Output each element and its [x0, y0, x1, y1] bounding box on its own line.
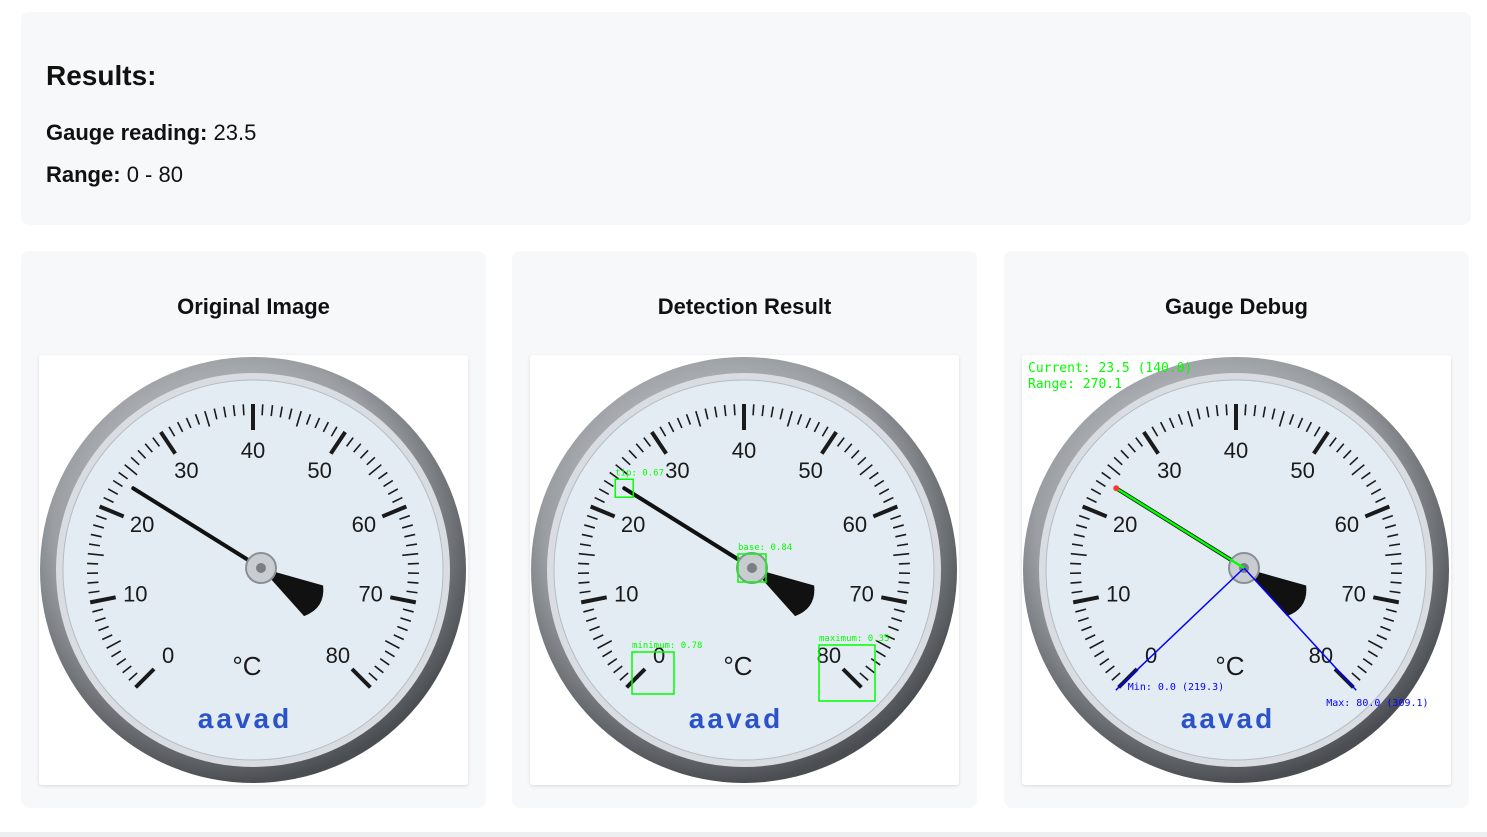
gauge-minor-tick [87, 581, 99, 584]
gauge-scale-label: 20 [130, 512, 154, 537]
gauge-scale-label: 40 [1224, 438, 1248, 463]
detection-label-minimum: minimum: 0.78 [632, 641, 702, 651]
gauge-scale-label: 70 [358, 581, 382, 606]
card-title-original: Original Image [177, 294, 330, 319]
gauge-scale-label: 70 [849, 581, 873, 606]
detection-label-base: base: 0.84 [738, 543, 792, 553]
debug-tip-point [1113, 485, 1120, 492]
gauge-scale-label: 40 [241, 438, 265, 463]
gauge-scale-label: 0 [1145, 643, 1157, 668]
results-panel: Results: Gauge reading: 23.5 Range: 0 - … [21, 12, 1471, 225]
gauge-unit-label: °C [232, 651, 261, 681]
detection-label-tip: tip: 0.67 [615, 468, 664, 478]
gauge-reading-value: 23.5 [213, 120, 257, 145]
gauge-minor-tick [1390, 581, 1402, 584]
gauge-range: Range: 0 - 80 [46, 162, 183, 188]
debug-max-text: Max: 80.0 (309.1) [1326, 698, 1428, 709]
detection-label-maximum: maximum: 0.35 [819, 634, 889, 644]
debug-min-text: Min: 0.0 (219.3) [1128, 682, 1224, 693]
gauge-brand-logo: aavad [198, 703, 292, 734]
gauge-image-original: 0 10 20 30 40 50 60 70 80 °C aavad [40, 357, 466, 783]
gauge-scale-label: 40 [732, 438, 756, 463]
card-title-detection: Detection Result [657, 294, 832, 319]
gauge-scale-label: 50 [798, 458, 822, 483]
gauge-scale-label: 0 [162, 643, 174, 668]
detection-result-card: Detection Result 0 10 20 30 40 50 60 70 80 °C aava… [512, 251, 977, 808]
gauge-scale-label: 20 [1113, 512, 1137, 537]
gauge-minor-tick [242, 404, 245, 416]
gauge-scale-label: 60 [843, 512, 867, 537]
gauge-scale-label: 80 [1309, 643, 1333, 668]
gauge-scale-label: 60 [1335, 512, 1359, 537]
gauge-unit-label: °C [1215, 651, 1244, 681]
gauge-pivot-screw [747, 563, 757, 573]
debug-range-text: Range: 270.1 [1028, 377, 1122, 392]
gauge-scale-label: 80 [326, 643, 350, 668]
gauge-minor-tick [733, 404, 736, 416]
debug-current-text: Current: 23.5 (140.0) [1028, 361, 1192, 376]
gauge-scale-label: 10 [614, 581, 638, 606]
gauge-minor-tick [1244, 404, 1247, 416]
detection-image: 0 10 20 30 40 50 60 70 80 °C aavad tip: 0.67 base: 0… [530, 355, 959, 785]
gauge-scale-label: 70 [1341, 581, 1365, 606]
gauge-image-debug: 0 10 20 30 40 50 60 70 80 °C aavad Current: 23.5 (1… [1023, 357, 1449, 783]
gauge-brand-logo: aavad [689, 703, 783, 734]
gauge-range-value: 0 - 80 [126, 162, 183, 187]
gauge-scale-label: 30 [1157, 458, 1181, 483]
gauge-scale-label: 20 [621, 512, 645, 537]
gauge-debug-card: Gauge Debug 0 10 20 30 40 50 60 70 80 °C aavad Curr… [1004, 251, 1469, 808]
gauge-scale-label: 50 [307, 458, 331, 483]
gauge-minor-tick [1070, 581, 1082, 584]
original-image: 0 10 20 30 40 50 60 70 80 °C aavad [39, 355, 468, 785]
gauge-minor-tick [752, 404, 755, 416]
bottom-divider [0, 832, 1487, 837]
gauge-reading: Gauge reading: 23.5 [46, 120, 256, 146]
gauge-minor-tick [407, 581, 419, 584]
gauge-range-label: Range: [46, 162, 121, 187]
gauge-pivot-screw [256, 563, 266, 573]
gauge-minor-tick [578, 581, 590, 584]
gauge-brand-logo: aavad [1181, 703, 1275, 734]
gauge-image-detection: 01020304050607080°Caavadtip: 0.67base: 0… [531, 357, 957, 783]
gauge-minor-tick [1225, 404, 1228, 416]
gauge-scale-label: 30 [665, 458, 689, 483]
debug-image: 0 10 20 30 40 50 60 70 80 °C aavad Current: 23.5 (1… [1022, 355, 1451, 785]
results-title: Results: [46, 60, 157, 91]
card-title-debug: Gauge Debug [1164, 294, 1308, 319]
gauge-unit-label: °C [723, 651, 752, 681]
gauge-scale-label: 10 [1106, 581, 1130, 606]
gauge-minor-tick [261, 404, 264, 416]
gauge-minor-tick [898, 581, 910, 584]
gauge-scale-label: 50 [1290, 458, 1314, 483]
gauge-scale-label: 60 [352, 512, 376, 537]
gauge-scale-label: 80 [817, 643, 841, 668]
gauge-reading-label: Gauge reading: [46, 120, 208, 145]
gauge-scale-label: 30 [174, 458, 198, 483]
gauge-scale-label: 10 [123, 581, 147, 606]
original-image-card: Original Image 0 10 20 30 40 50 60 70 80 °C aavad [21, 251, 486, 808]
